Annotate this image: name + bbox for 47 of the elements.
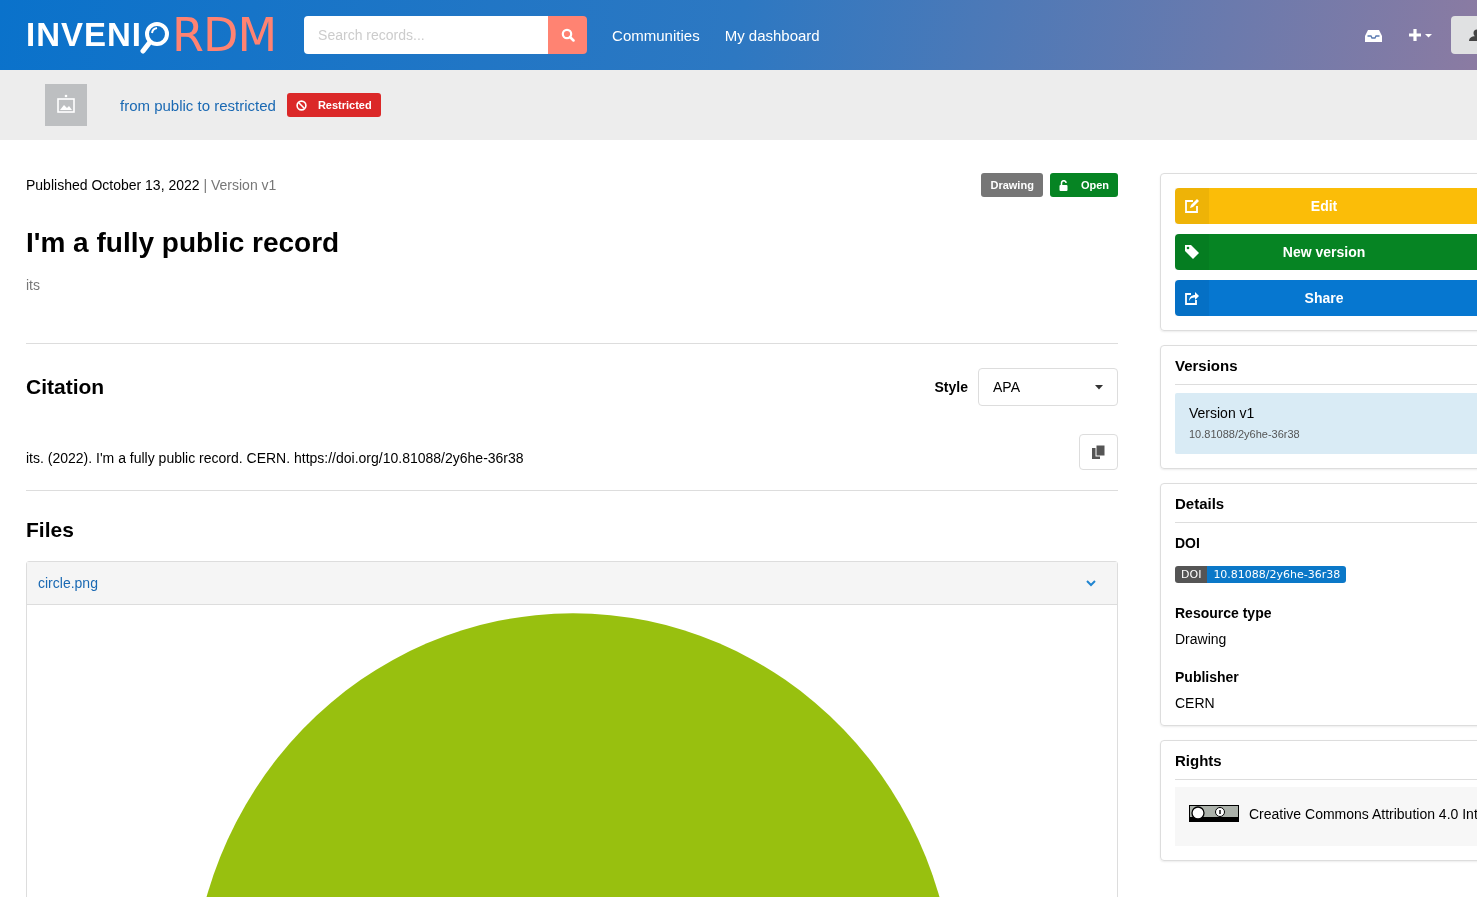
field-label: Resource type — [1175, 605, 1273, 621]
user-icon — [1469, 29, 1477, 41]
record-title: I'm a fully public record — [26, 227, 341, 259]
type-badge: Drawing — [981, 173, 1043, 197]
inbox-icon[interactable] — [1365, 28, 1382, 42]
new-version-button[interactable]: New version — [1175, 234, 1477, 270]
version-label: Version v1 — [1189, 405, 1256, 421]
user-menu-button[interactable] — [1451, 16, 1477, 54]
cc-by-license-icon — [1189, 805, 1239, 822]
card-heading: Versions — [1175, 346, 1477, 385]
search-button[interactable] — [548, 16, 588, 54]
nav-link[interactable]: My dashboard — [724, 26, 820, 44]
restricted-badge: Restricted — [286, 93, 381, 117]
publication-info: Published October 13, 2022 | Version v1 — [26, 177, 277, 193]
field-value: CERN — [1175, 695, 1216, 711]
file-link[interactable]: circle.png — [38, 575, 98, 591]
ban-icon — [295, 99, 307, 111]
creator-name: its — [26, 277, 41, 293]
field-label: DOI — [1175, 535, 1201, 551]
share-icon — [1185, 291, 1199, 305]
section-heading: Citation — [26, 375, 106, 399]
style-label: Style — [934, 379, 968, 395]
card-heading: Details — [1175, 484, 1477, 523]
tag-icon — [1185, 245, 1199, 259]
community-link[interactable]: from public to restricted — [120, 96, 276, 114]
section-heading: Files — [26, 518, 75, 542]
card-heading: Rights — [1175, 741, 1477, 780]
plus-dropdown-icon[interactable] — [1409, 28, 1435, 42]
access-badge: Open — [1049, 173, 1118, 197]
logo-text[interactable]: INVENI — [26, 16, 143, 54]
edit-icon — [1185, 199, 1199, 213]
copy-button[interactable] — [1079, 434, 1118, 470]
magnifier-icon — [140, 21, 171, 55]
file-accordion-header[interactable]: circle.png — [27, 562, 1117, 605]
unlock-icon — [1058, 179, 1069, 191]
copy-icon — [1092, 445, 1105, 459]
image-placeholder-icon — [45, 84, 87, 126]
search-icon — [560, 28, 575, 42]
version-doi: 10.81088/2y6he-36r38 — [1189, 428, 1301, 440]
version-item[interactable]: Version v1 10.81088/2y6he-36r38 — [1175, 393, 1477, 454]
citation-text: its. (2022). I'm a fully public record. CERN. https://doi.org/10.81088/2y6he-36r38 — [26, 449, 524, 466]
caret-icon — [1095, 384, 1103, 390]
share-button[interactable]: Share — [1175, 280, 1477, 316]
style-dropdown[interactable]: APA — [978, 368, 1118, 406]
field-value: Drawing — [1175, 631, 1228, 647]
nav-link[interactable]: Communities — [612, 26, 700, 44]
field-label: Publisher — [1175, 669, 1240, 685]
